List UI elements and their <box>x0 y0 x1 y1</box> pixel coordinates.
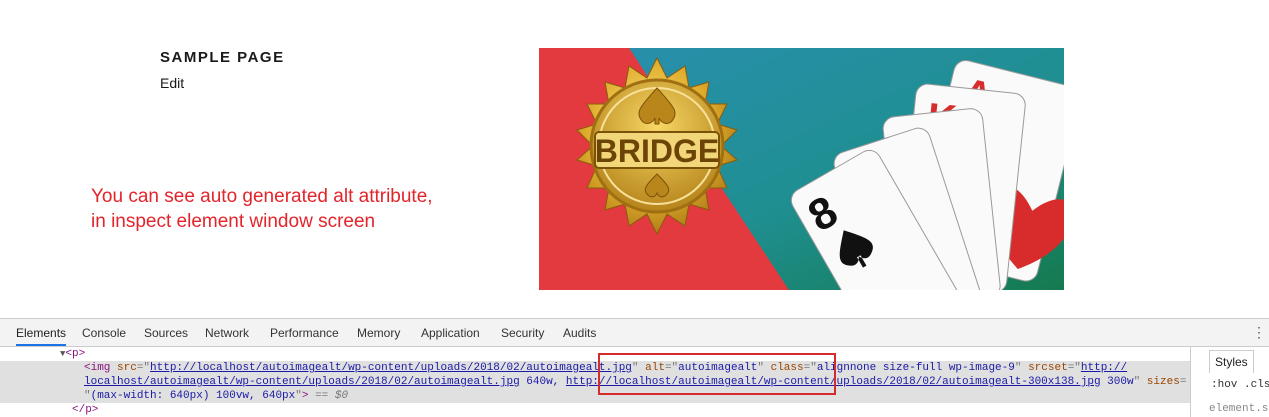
tab-console[interactable]: Console <box>82 319 126 346</box>
styles-pane: Styles :hov .cls element.style <box>1191 347 1269 417</box>
dom-node-img-cont[interactable]: "(max-width: 640px) 100vw, 640px"> == $0 <box>0 389 1190 403</box>
srcset-link[interactable]: http:// <box>1081 362 1127 374</box>
tab-styles[interactable]: Styles <box>1209 350 1254 373</box>
more-vertical-icon[interactable]: ⋮ <box>1252 325 1266 339</box>
element-style-rule: element.style <box>1209 403 1269 415</box>
tab-security[interactable]: Security <box>501 319 544 346</box>
tab-network[interactable]: Network <box>205 319 249 346</box>
tab-application[interactable]: Application <box>421 319 480 346</box>
page-title: SAMPLE PAGE <box>160 49 285 66</box>
badge-text: BRIDGE <box>595 133 719 169</box>
devtools-panel: Elements Console Sources Network Perform… <box>0 318 1269 417</box>
devtools-tab-bar: Elements Console Sources Network Perform… <box>0 319 1269 347</box>
dom-node-img-cont[interactable]: localhost/autoimagealt/wp-content/upload… <box>0 375 1190 389</box>
srcset-link[interactable]: localhost/autoimagealt/wp-content/upload… <box>84 376 520 388</box>
styles-filter-toggles[interactable]: :hov .cls <box>1211 379 1269 391</box>
alt-value: autoimagealt <box>678 362 758 374</box>
dom-node-img[interactable]: <img src="http://localhost/autoimagealt/… <box>0 361 1190 375</box>
annotation-line: You can see auto generated alt attribute… <box>91 186 433 207</box>
hero-image: A K J Q <box>539 48 1064 290</box>
tab-memory[interactable]: Memory <box>357 319 400 346</box>
edit-link[interactable]: Edit <box>160 75 184 91</box>
dom-node-p[interactable]: ▼<p> <box>0 347 1190 361</box>
dom-node-p-close[interactable]: </p> <box>0 403 1190 417</box>
annotation-text: You can see auto generated alt attribute… <box>91 184 491 234</box>
tab-audits[interactable]: Audits <box>563 319 596 346</box>
bridge-artwork: A K J Q <box>539 48 1064 290</box>
dom-tree: ▼<p> <img src="http://localhost/autoimag… <box>0 347 1190 417</box>
src-link[interactable]: http://localhost/autoimagealt/wp-content… <box>150 362 632 374</box>
tab-sources[interactable]: Sources <box>144 319 188 346</box>
srcset-link-300[interactable]: http://localhost/autoimagealt/wp-content… <box>566 376 1101 388</box>
tab-elements[interactable]: Elements <box>16 319 67 346</box>
annotation-line: in inspect element window screen <box>91 211 376 232</box>
tab-performance[interactable]: Performance <box>270 319 339 346</box>
